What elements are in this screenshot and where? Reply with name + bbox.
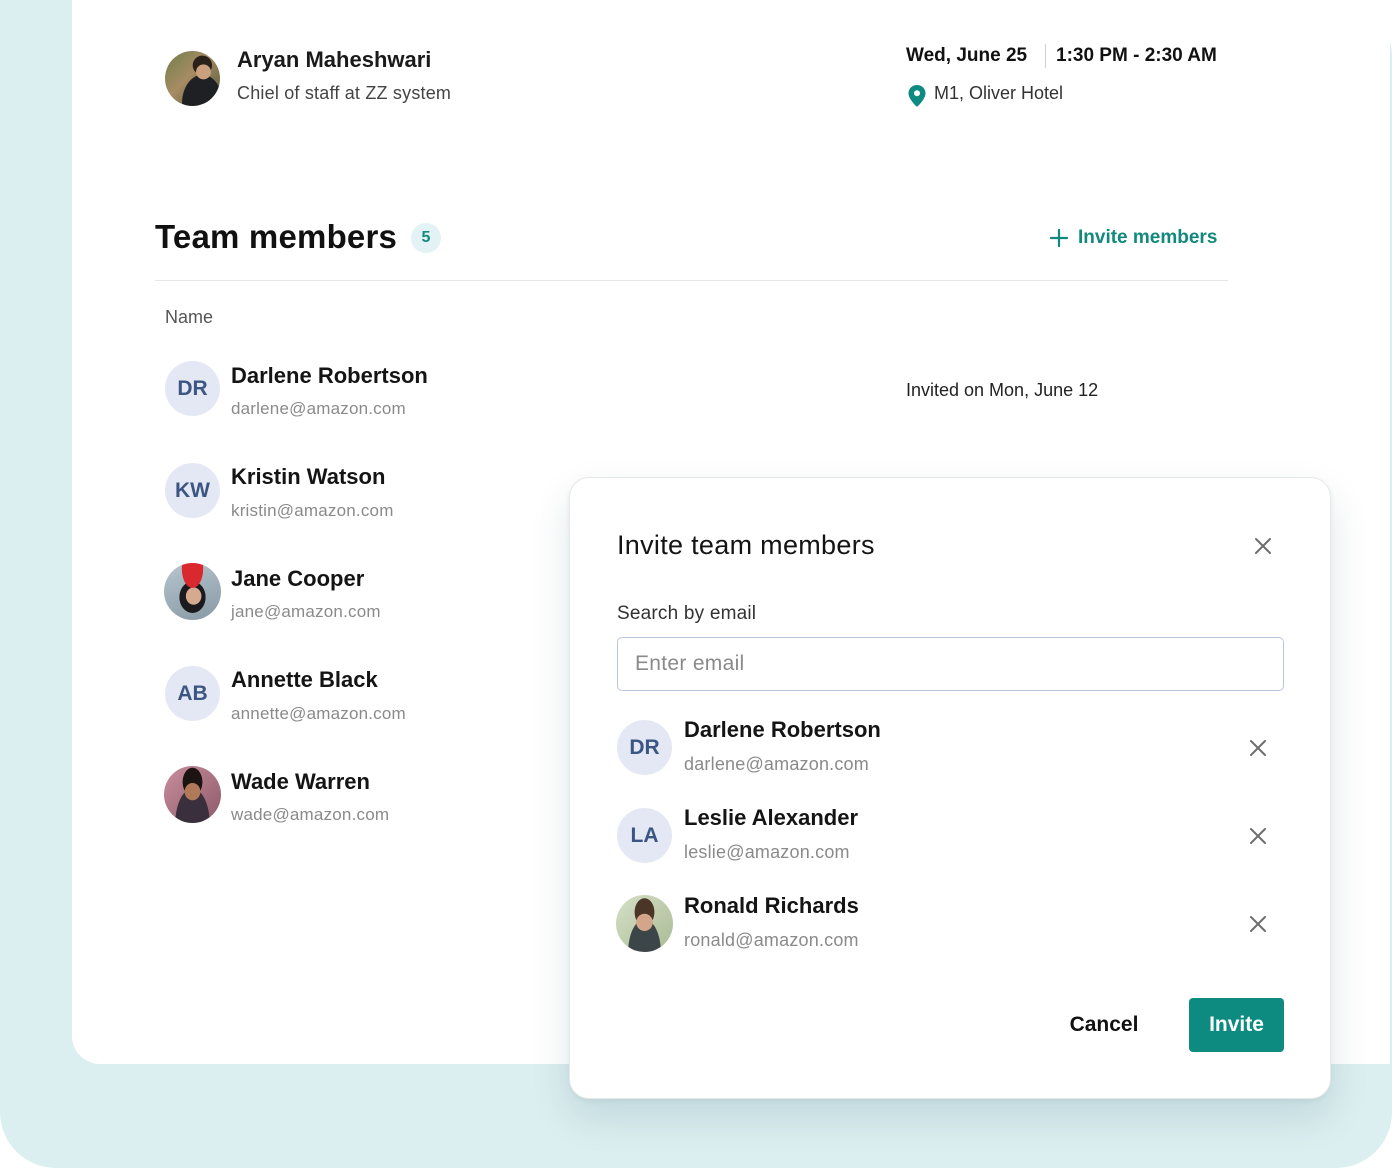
invite-modal: Invite team members Search by email DR D… — [569, 477, 1331, 1099]
member-email: annette@amazon.com — [231, 704, 406, 723]
member-name: Kristin Watson — [231, 464, 386, 489]
member-name: Darlene Robertson — [231, 363, 428, 388]
event-date: Wed, June 25 — [906, 45, 1028, 66]
remove-invitee-button[interactable] — [1245, 823, 1271, 849]
invitee-name: Ronald Richards — [684, 893, 859, 918]
invite-members-button[interactable]: Invite members — [1048, 224, 1217, 252]
invitee-initials-avatar: LA — [617, 808, 672, 863]
host-name: Aryan Maheshwari — [237, 47, 432, 72]
modal-close-button[interactable] — [1250, 533, 1276, 559]
invitee-name: Darlene Robertson — [684, 717, 881, 742]
date-time-separator — [1045, 44, 1046, 68]
member-email: jane@amazon.com — [231, 602, 381, 621]
modal-title: Invite team members — [617, 530, 875, 560]
host-avatar — [165, 51, 220, 106]
invitee-email: ronald@amazon.com — [684, 930, 859, 950]
member-invite-status: Invited on Mon, June 12 — [906, 380, 1099, 400]
member-email: wade@amazon.com — [231, 805, 390, 824]
event-time: 1:30 PM - 2:30 AM — [1056, 45, 1217, 66]
remove-invitee-button[interactable] — [1245, 911, 1271, 937]
invitee-photo-avatar — [616, 895, 673, 952]
invite-button[interactable]: Invite — [1189, 998, 1284, 1052]
event-location: M1, Oliver Hotel — [934, 83, 1064, 103]
member-row[interactable]: Jane Cooper jane@amazon.com — [164, 563, 544, 627]
section-divider — [155, 280, 1228, 281]
close-icon — [1250, 740, 1266, 756]
close-icon — [1250, 916, 1266, 932]
member-name: Annette Black — [231, 667, 378, 692]
cancel-button[interactable]: Cancel — [1048, 998, 1160, 1052]
remove-invitee-button[interactable] — [1245, 735, 1271, 761]
invitee-name: Leslie Alexander — [684, 805, 859, 830]
member-row[interactable]: Wade Warren wade@amazon.com — [164, 766, 544, 830]
column-header-name: Name — [165, 307, 214, 327]
member-initials-avatar: DR — [165, 361, 220, 416]
invitee-email: darlene@amazon.com — [684, 754, 869, 774]
member-initials-avatar: KW — [165, 463, 220, 518]
member-email: darlene@amazon.com — [231, 399, 406, 418]
member-row[interactable]: AB Annette Black annette@amazon.com — [165, 666, 545, 730]
member-email: kristin@amazon.com — [231, 501, 394, 520]
member-photo-avatar — [164, 563, 221, 620]
member-count-badge: 5 — [411, 223, 441, 253]
location-pin-icon — [908, 85, 926, 107]
plus-icon — [1049, 228, 1069, 248]
team-members-title: Team members — [155, 218, 398, 255]
member-name: Wade Warren — [231, 769, 370, 794]
search-by-email-label: Search by email — [617, 603, 757, 624]
email-search-input[interactable] — [617, 637, 1284, 691]
invite-members-label: Invite members — [1078, 227, 1218, 248]
member-row[interactable]: KW Kristin Watson kristin@amazon.com — [165, 463, 545, 527]
member-name: Jane Cooper — [231, 566, 365, 591]
close-icon — [1255, 538, 1271, 554]
selected-invitee: LA Leslie Alexander leslie@amazon.com — [617, 805, 1284, 872]
host-role: Chiel of staff at ZZ system — [237, 83, 452, 103]
selected-invitee: Ronald Richards ronald@amazon.com — [616, 893, 1284, 960]
member-initials-avatar: AB — [165, 666, 220, 721]
selected-invitee: DR Darlene Robertson darlene@amazon.com — [617, 717, 1284, 784]
invitee-initials-avatar: DR — [617, 720, 672, 775]
invitee-email: leslie@amazon.com — [684, 842, 850, 862]
close-icon — [1250, 828, 1266, 844]
member-photo-avatar — [164, 766, 221, 823]
